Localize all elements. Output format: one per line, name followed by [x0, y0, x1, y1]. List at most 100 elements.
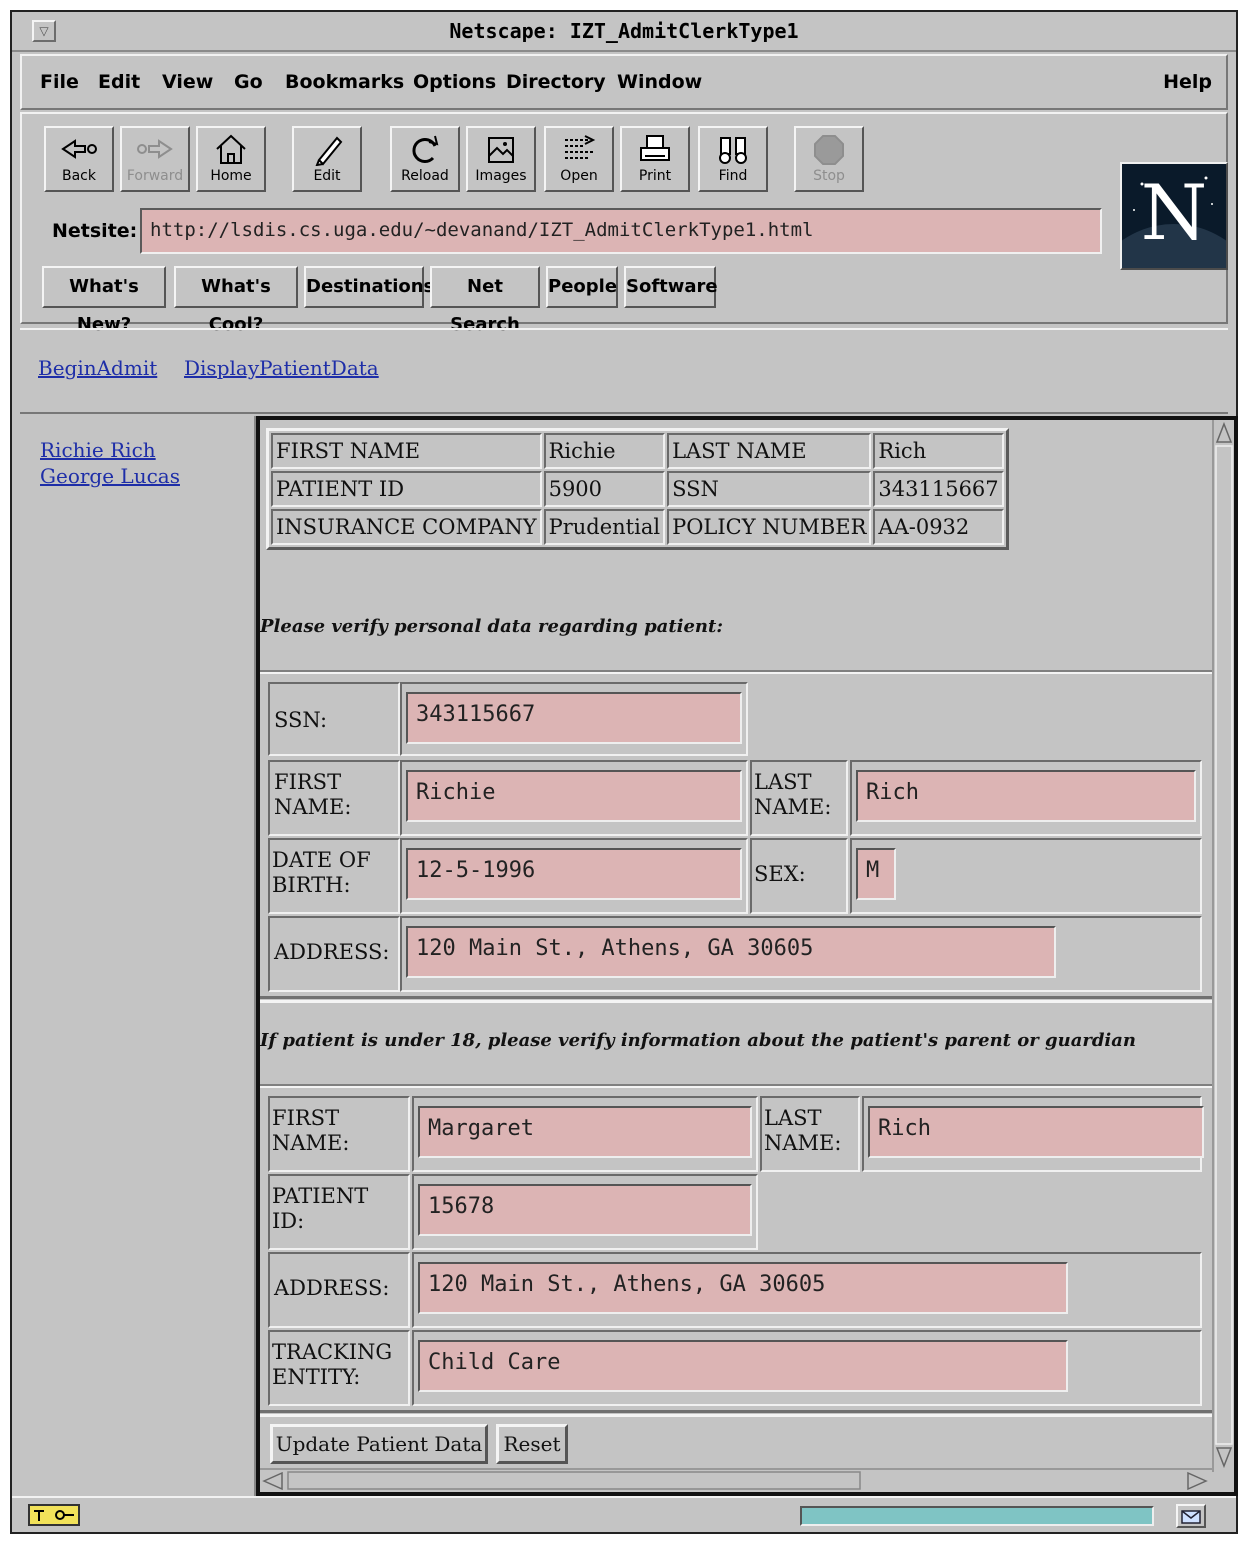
summary-value: AA-0932	[873, 509, 1004, 545]
netscape-logo[interactable]: N	[1120, 162, 1228, 270]
table-row: FIRST NAME Richie LAST NAME Rich	[271, 433, 1004, 469]
summary-label: POLICY NUMBER	[667, 509, 872, 545]
guardian-patient-id-field[interactable]: 15678	[418, 1184, 752, 1236]
section-divider	[260, 996, 1212, 1003]
printer-icon	[622, 132, 688, 166]
update-patient-data-button[interactable]: Update Patient Data	[270, 1424, 488, 1464]
guardian-first-name-field[interactable]: Margaret	[418, 1106, 752, 1158]
display-patient-data-link[interactable]: DisplayPatientData	[184, 356, 379, 380]
whats-cool-button[interactable]: What's Cool?	[174, 266, 298, 335]
patient-form-frame: FIRST NAME Richie LAST NAME Rich PATIENT…	[256, 416, 1238, 1496]
section-divider	[260, 1084, 1212, 1088]
summary-value: 343115667	[873, 471, 1004, 507]
stop-label: Stop	[813, 168, 845, 184]
stop-button[interactable]: Stop	[794, 126, 864, 192]
software-button[interactable]: Software	[624, 266, 718, 308]
sex-label: SEX:	[754, 862, 806, 886]
guardian-last-name-label-cell: LAST NAME:	[760, 1096, 860, 1172]
summary-label: SSN	[667, 471, 872, 507]
first-name-input-cell: Richie	[400, 760, 748, 836]
open-icon	[546, 132, 612, 166]
last-name-field[interactable]: Rich	[856, 770, 1196, 822]
vertical-scrollbar[interactable]	[1212, 420, 1234, 1472]
first-name-label-cell: FIRST NAME:	[268, 760, 400, 836]
guardian-patient-id-label-cell: PATIENT ID:	[268, 1174, 410, 1250]
guardian-address-field[interactable]: 120 Main St., Athens, GA 30605	[418, 1262, 1068, 1314]
menu-help[interactable]: Help	[1163, 71, 1212, 93]
patient-verify-prompt: Please verify personal data regarding pa…	[260, 616, 723, 637]
sex-field[interactable]: M	[856, 848, 896, 900]
address-label: ADDRESS:	[274, 940, 390, 964]
home-label: Home	[210, 168, 252, 184]
reset-button[interactable]: Reset	[496, 1424, 568, 1464]
patient-link-george-lucas[interactable]: George Lucas	[40, 464, 180, 488]
reload-button[interactable]: Reload	[390, 126, 460, 192]
tracking-entity-input-cell: Child Care	[412, 1330, 1202, 1406]
address-input-cell: 120 Main St., Athens, GA 30605	[400, 916, 1202, 992]
tracking-entity-label-cell: TRACKING ENTITY:	[268, 1330, 410, 1406]
tracking-entity-label: TRACKING ENTITY:	[272, 1340, 393, 1389]
horizontal-scrollbar[interactable]	[260, 1468, 1212, 1492]
print-button[interactable]: Print	[620, 126, 690, 192]
summary-value: 5900	[543, 471, 666, 507]
summary-label: PATIENT ID	[271, 471, 542, 507]
menu-go[interactable]: Go	[234, 71, 263, 93]
menu-edit[interactable]: Edit	[98, 71, 140, 93]
find-button[interactable]: Find	[698, 126, 768, 192]
url-field[interactable]: http://lsdis.cs.uga.edu/~devanand/IZT_Ad…	[140, 208, 1102, 254]
forward-button[interactable]: Forward	[120, 126, 190, 192]
section-divider	[260, 670, 1212, 674]
destinations-button[interactable]: Destinations	[304, 266, 434, 308]
whats-new-button[interactable]: What's New?	[42, 266, 166, 335]
progress-bar	[800, 1506, 1154, 1526]
last-name-input-cell: Rich	[850, 760, 1202, 836]
pencil-icon	[294, 132, 360, 167]
summary-label: LAST NAME	[667, 433, 872, 469]
home-button[interactable]: Home	[196, 126, 266, 192]
forward-label: Forward	[126, 168, 184, 184]
guardian-patient-id-input-cell: 15678	[412, 1174, 758, 1250]
back-button[interactable]: Back	[44, 126, 114, 192]
begin-admit-link[interactable]: BeginAdmit	[38, 356, 157, 380]
menu-view[interactable]: View	[162, 71, 213, 93]
summary-value: Prudential	[543, 509, 666, 545]
summary-value: Richie	[543, 433, 666, 469]
menu-bookmarks[interactable]: Bookmarks	[285, 71, 404, 93]
guardian-address-label-cell: ADDRESS:	[268, 1252, 410, 1328]
netscape-n-icon: N	[1140, 168, 1208, 257]
menu-options[interactable]: Options	[413, 71, 496, 93]
first-name-field[interactable]: Richie	[406, 770, 742, 822]
guardian-last-name-field[interactable]: Rich	[868, 1106, 1204, 1158]
summary-label: INSURANCE COMPANY	[271, 509, 542, 545]
security-key-icon[interactable]	[28, 1504, 80, 1526]
open-button[interactable]: Open	[544, 126, 614, 192]
people-button[interactable]: People	[546, 266, 618, 308]
tracking-entity-field[interactable]: Child Care	[418, 1340, 1068, 1392]
menu-window[interactable]: Window	[617, 71, 702, 93]
toolbar-area: Back Forward Home Edit Reload Images Ope…	[20, 112, 1228, 335]
menu-directory[interactable]: Directory	[506, 71, 606, 93]
forward-arrow-icon	[122, 132, 188, 166]
guardian-address-label: ADDRESS:	[274, 1276, 390, 1300]
images-icon	[468, 132, 534, 166]
net-search-button[interactable]: Net Search	[430, 266, 540, 335]
summary-label: FIRST NAME	[271, 433, 542, 469]
dob-field[interactable]: 12-5-1996	[406, 848, 742, 900]
guardian-first-name-label: FIRST NAME:	[272, 1106, 350, 1155]
title-bar: ▽ Netscape: IZT_AdmitClerkType1	[12, 12, 1236, 52]
ssn-field[interactable]: 343115667	[406, 692, 742, 744]
patient-link-richie-rich[interactable]: Richie Rich	[40, 438, 156, 462]
address-field[interactable]: 120 Main St., Athens, GA 30605	[406, 926, 1056, 978]
images-label: Images	[475, 168, 527, 184]
first-name-label: FIRST NAME:	[274, 770, 352, 819]
edit-button[interactable]: Edit	[292, 126, 362, 192]
guardian-patient-id-label: PATIENT ID:	[272, 1184, 369, 1233]
guardian-last-name-label: LAST NAME:	[764, 1106, 842, 1155]
menu-file[interactable]: File	[40, 71, 79, 93]
reload-icon	[392, 132, 458, 166]
images-button[interactable]: Images	[466, 126, 536, 192]
address-label-cell: ADDRESS:	[268, 916, 400, 992]
table-row: PATIENT ID 5900 SSN 343115667	[271, 471, 1004, 507]
mail-icon[interactable]	[1176, 1504, 1206, 1528]
dob-label-cell: DATE OF BIRTH:	[268, 838, 400, 914]
